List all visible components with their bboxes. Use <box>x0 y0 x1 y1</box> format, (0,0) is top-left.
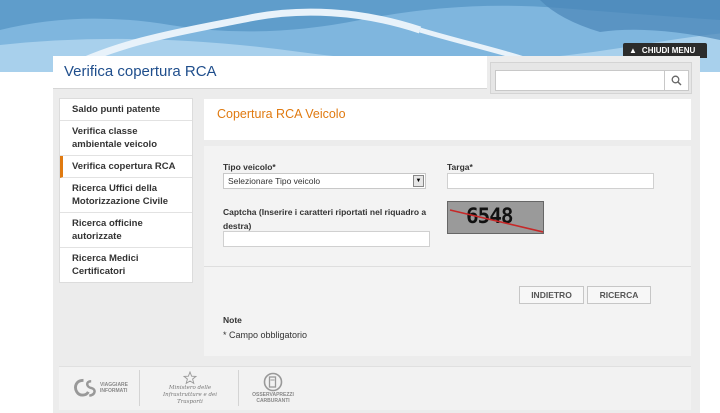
plate-input[interactable] <box>447 173 654 189</box>
sidebar-item-uffici-motorizzazione[interactable]: Ricerca Uffici della Motorizzazione Civi… <box>60 178 192 213</box>
ministero-logo[interactable]: Ministero delle Infrastrutture e dei Tra… <box>150 370 230 406</box>
carburanti-text: CARBURANTI <box>256 398 290 404</box>
captcha-strike-line <box>449 209 543 233</box>
page-title: Verifica copertura RCA <box>64 63 217 80</box>
footer-divider <box>139 370 140 406</box>
vehicle-type-label: Tipo veicolo* <box>223 162 276 172</box>
sidebar-nav: Saldo punti patente Verifica classe ambi… <box>59 98 193 283</box>
osservaprezzi-logo[interactable]: OSSERVAPREZZI CARBURANTI <box>250 370 296 406</box>
captcha-input[interactable] <box>223 231 430 247</box>
sidebar-item-copertura-rca[interactable]: Verifica copertura RCA <box>60 156 192 178</box>
back-button[interactable]: INDIETRO <box>519 286 584 304</box>
ministero-text-b: Infrastrutture e dei Trasporti <box>163 391 217 405</box>
sidebar-item-saldo-punti[interactable]: Saldo punti patente <box>60 99 192 121</box>
vehicle-type-value: Selezionare Tipo veicolo <box>228 176 321 186</box>
search-input[interactable] <box>495 70 665 91</box>
chevron-down-icon: ▼ <box>413 175 424 187</box>
plate-label: Targa* <box>447 162 473 172</box>
notes-title: Note <box>223 315 242 325</box>
search-icon <box>671 75 682 86</box>
close-menu-label: CHIUDI MENU <box>641 46 696 55</box>
emblem-icon <box>183 370 197 384</box>
notes-text: * Campo obbligatorio <box>223 330 308 340</box>
sidebar-item-classe-ambientale[interactable]: Verifica classe ambientale veicolo <box>60 121 192 156</box>
captcha-label: Captcha (Inserire i caratteri riportati … <box>223 207 427 231</box>
chevron-up-icon: ▲ <box>629 46 637 55</box>
search-button[interactable] <box>665 70 689 91</box>
vehicle-type-select[interactable]: Selezionare Tipo veicolo ▼ <box>223 173 426 189</box>
sidebar-item-officine[interactable]: Ricerca officine autorizzate <box>60 213 192 248</box>
cis-logo-icon <box>74 378 96 397</box>
form-separator <box>204 266 691 267</box>
informati-text: INFORMATI <box>99 388 128 394</box>
captcha-image: 6548 <box>447 201 544 234</box>
ministero-text-a: Ministero delle <box>168 384 212 391</box>
form-title: Copertura RCA Veicolo <box>217 107 346 121</box>
fuel-pump-icon <box>263 372 283 392</box>
footer-divider <box>238 370 239 406</box>
sidebar-item-medici[interactable]: Ricerca Medici Certificatori <box>60 248 192 282</box>
viaggiare-informati-logo[interactable]: VIAGGIARE INFORMATI <box>72 370 128 406</box>
search-submit-button[interactable]: RICERCA <box>587 286 651 304</box>
